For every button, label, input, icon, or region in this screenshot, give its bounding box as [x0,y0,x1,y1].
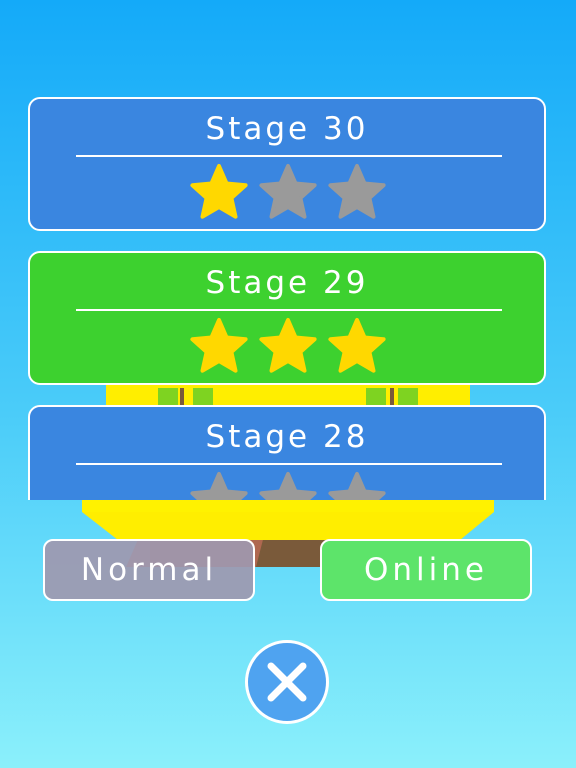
star-rating [190,471,390,500]
stage-title: Stage 30 [205,111,369,147]
stage-card-28[interactable]: Stage 28 [28,405,546,500]
normal-mode-button[interactable]: Normal [43,539,255,601]
close-icon [267,662,307,702]
divider [76,155,502,157]
star-icon [190,164,248,219]
divider [76,463,502,465]
stage-card-30[interactable]: Stage 30 [28,97,546,231]
stage-list[interactable]: Stage 30 Stage 29 Stage 28 [0,90,576,500]
star-icon [190,318,248,373]
star-rating [190,163,390,221]
close-button[interactable] [245,640,329,724]
divider [76,309,502,311]
star-rating [190,317,390,375]
star-icon [259,164,317,219]
star-icon [259,472,317,500]
star-icon [328,164,386,219]
star-icon [259,318,317,373]
online-mode-button[interactable]: Online [320,539,532,601]
stage-title: Stage 29 [205,265,369,301]
island-edge [82,500,494,512]
star-icon [190,472,248,500]
stage-title: Stage 28 [205,419,369,455]
stage-card-29[interactable]: Stage 29 [28,251,546,385]
star-icon [328,318,386,373]
star-icon [328,472,386,500]
